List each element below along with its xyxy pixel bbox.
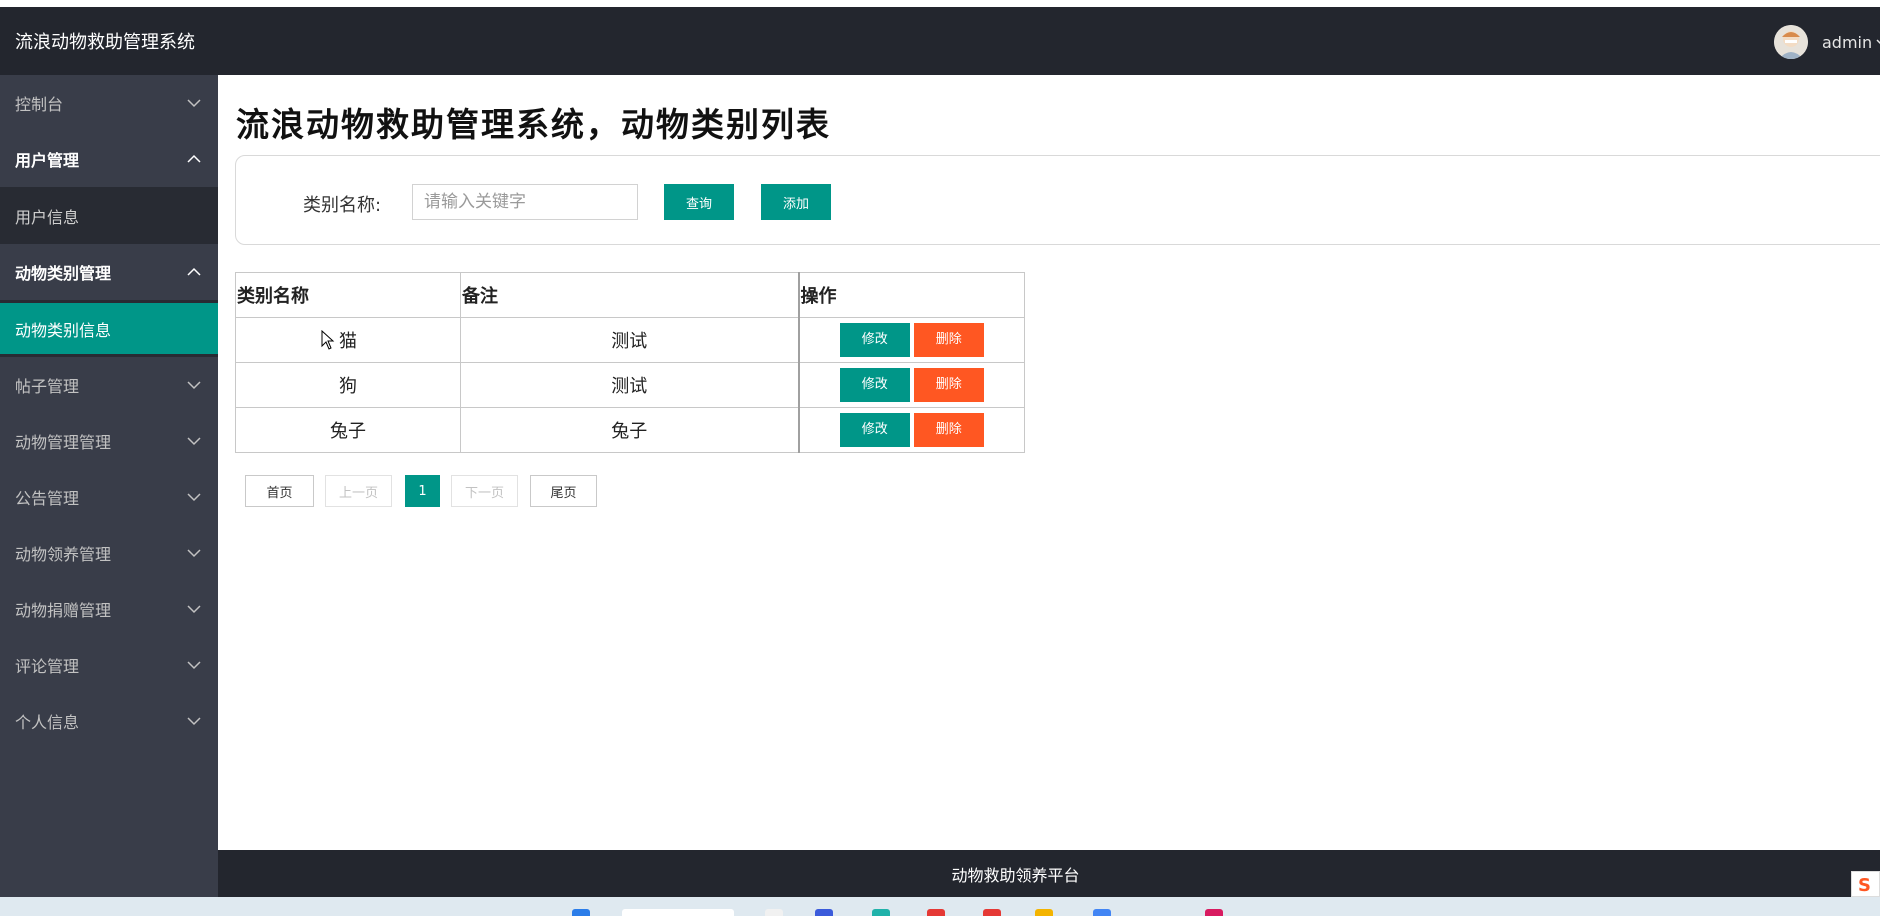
cell-note: 测试 xyxy=(460,317,799,363)
search-label: 类别名称: xyxy=(303,195,382,216)
chevron-down-icon xyxy=(187,605,201,614)
page-title: 流浪动物救助管理系统，动物类别列表 xyxy=(236,105,831,144)
chevron-up-icon xyxy=(187,267,201,276)
cell-actions: 修改 删除 xyxy=(797,362,1025,408)
pagination-next[interactable]: 下一页 xyxy=(451,475,518,507)
search-input[interactable] xyxy=(412,184,638,220)
chevron-down-icon xyxy=(187,493,201,502)
taskbar-app-icon[interactable] xyxy=(872,909,890,916)
pagination-prev[interactable]: 上一页 xyxy=(325,475,392,507)
search-panel: 类别名称: 查询 添加 xyxy=(235,155,1880,245)
user-name: admin xyxy=(1822,32,1873,52)
taskbar-app-icon[interactable] xyxy=(815,909,833,916)
table-row: 猫 测试 修改 删除 xyxy=(235,317,1025,363)
edit-button[interactable]: 修改 xyxy=(839,323,910,357)
windows-start-icon[interactable] xyxy=(572,909,590,916)
pagination-current-page[interactable]: 1 xyxy=(405,475,440,507)
cell-actions: 修改 删除 xyxy=(797,317,1025,363)
delete-button[interactable]: 删除 xyxy=(913,368,984,402)
cell-name: 猫 xyxy=(235,317,461,363)
sidebar-subitem-label: 动物类别信息 xyxy=(15,320,112,340)
floating-badge-icon[interactable]: S xyxy=(1851,871,1880,897)
sidebar-item-label: 动物领养管理 xyxy=(15,545,112,564)
app-window: 流浪动物救助管理系统 控制台 用户管理 用户信息 动物类别管理 动物类别信息 帖… xyxy=(0,0,1880,916)
sidebar-item-label: 公告管理 xyxy=(15,489,80,508)
edit-button[interactable]: 修改 xyxy=(839,413,910,447)
category-table: 类别名称 备注 操作 猫 测试 修改 删除 狗 测试 修改 删除 兔子 兔子 修… xyxy=(235,272,1025,453)
table-header-row: 类别名称 备注 操作 xyxy=(235,272,1025,318)
table-row: 狗 测试 修改 删除 xyxy=(235,362,1025,408)
sidebar-item-label: 控制台 xyxy=(15,95,64,114)
footer-text: 动物救助领养平台 xyxy=(951,865,1080,885)
sidebar-subitem-animal-category-info[interactable]: 动物类别信息 xyxy=(0,300,218,357)
cell-name: 兔子 xyxy=(235,407,461,453)
sidebar-item-label: 评论管理 xyxy=(15,657,80,676)
sidebar-subitem-user-info[interactable]: 用户信息 xyxy=(0,187,218,244)
chevron-up-icon xyxy=(187,154,201,163)
avatar[interactable] xyxy=(1774,25,1808,59)
user-menu[interactable]: admin xyxy=(1774,25,1880,59)
column-header-actions: 操作 xyxy=(797,272,1025,318)
sidebar-item-label: 个人信息 xyxy=(15,713,80,732)
sidebar-item-post-management[interactable]: 帖子管理 xyxy=(0,357,218,413)
pagination-first[interactable]: 首页 xyxy=(245,475,314,507)
sidebar-item-personal-info[interactable]: 个人信息 xyxy=(0,693,218,749)
sidebar-item-announcement-management[interactable]: 公告管理 xyxy=(0,469,218,525)
delete-button[interactable]: 删除 xyxy=(913,323,984,357)
top-strip xyxy=(0,0,1880,7)
chevron-down-icon xyxy=(1876,39,1880,44)
sidebar-item-adoption-management[interactable]: 动物领养管理 xyxy=(0,525,218,581)
chevron-down-icon xyxy=(187,661,201,670)
sidebar-item-user-management[interactable]: 用户管理 xyxy=(0,131,218,187)
main-content: 流浪动物救助管理系统，动物类别列表 类别名称: 查询 添加 类别名称 备注 操作… xyxy=(218,75,1880,850)
sidebar-item-label: 帖子管理 xyxy=(15,377,80,396)
chevron-down-icon xyxy=(187,717,201,726)
cell-name: 狗 xyxy=(235,362,461,408)
os-taskbar xyxy=(0,897,1880,916)
taskbar-app-icon[interactable] xyxy=(983,909,1001,916)
sidebar-item-comment-management[interactable]: 评论管理 xyxy=(0,637,218,693)
sidebar-item-label: 动物捐赠管理 xyxy=(15,601,112,620)
sidebar-item-label: 动物管理管理 xyxy=(15,433,112,452)
column-header-note: 备注 xyxy=(460,272,799,318)
column-header-name: 类别名称 xyxy=(235,272,461,318)
top-header: admin xyxy=(218,7,1880,75)
cell-note: 测试 xyxy=(460,362,799,408)
table-row: 兔子 兔子 修改 删除 xyxy=(235,407,1025,453)
cell-note: 兔子 xyxy=(460,407,799,453)
edit-button[interactable]: 修改 xyxy=(839,368,910,402)
sidebar-item-label: 用户管理 xyxy=(15,151,80,170)
taskbar-app-icon[interactable] xyxy=(1035,909,1053,916)
taskbar-app-icon[interactable] xyxy=(765,909,783,916)
delete-button[interactable]: 删除 xyxy=(913,413,984,447)
taskbar-app-icon[interactable] xyxy=(1205,909,1223,916)
chevron-down-icon xyxy=(187,549,201,558)
taskbar-search-icon[interactable] xyxy=(622,909,734,916)
chevron-down-icon xyxy=(187,437,201,446)
brand-title: 流浪动物救助管理系统 xyxy=(0,7,218,75)
cell-actions: 修改 删除 xyxy=(797,407,1025,453)
sidebar-item-dashboard[interactable]: 控制台 xyxy=(0,75,218,131)
footer: 动物救助领养平台 xyxy=(218,850,1880,897)
sidebar: 流浪动物救助管理系统 控制台 用户管理 用户信息 动物类别管理 动物类别信息 帖… xyxy=(0,7,218,897)
sidebar-item-animal-category-management[interactable]: 动物类别管理 xyxy=(0,244,218,300)
mouse-cursor-icon xyxy=(321,330,335,350)
avatar-icon xyxy=(1774,25,1808,59)
pagination-last[interactable]: 尾页 xyxy=(530,475,597,507)
sidebar-subitem-label: 用户信息 xyxy=(15,207,80,227)
add-button[interactable]: 添加 xyxy=(761,184,831,220)
query-button[interactable]: 查询 xyxy=(664,184,734,220)
sidebar-item-animal-management[interactable]: 动物管理管理 xyxy=(0,413,218,469)
sidebar-item-label: 动物类别管理 xyxy=(15,264,112,283)
taskbar-app-icon[interactable] xyxy=(927,909,945,916)
sidebar-item-donation-management[interactable]: 动物捐赠管理 xyxy=(0,581,218,637)
chevron-down-icon xyxy=(187,381,201,390)
taskbar-app-icon[interactable] xyxy=(1093,909,1111,916)
chevron-down-icon xyxy=(187,99,201,108)
